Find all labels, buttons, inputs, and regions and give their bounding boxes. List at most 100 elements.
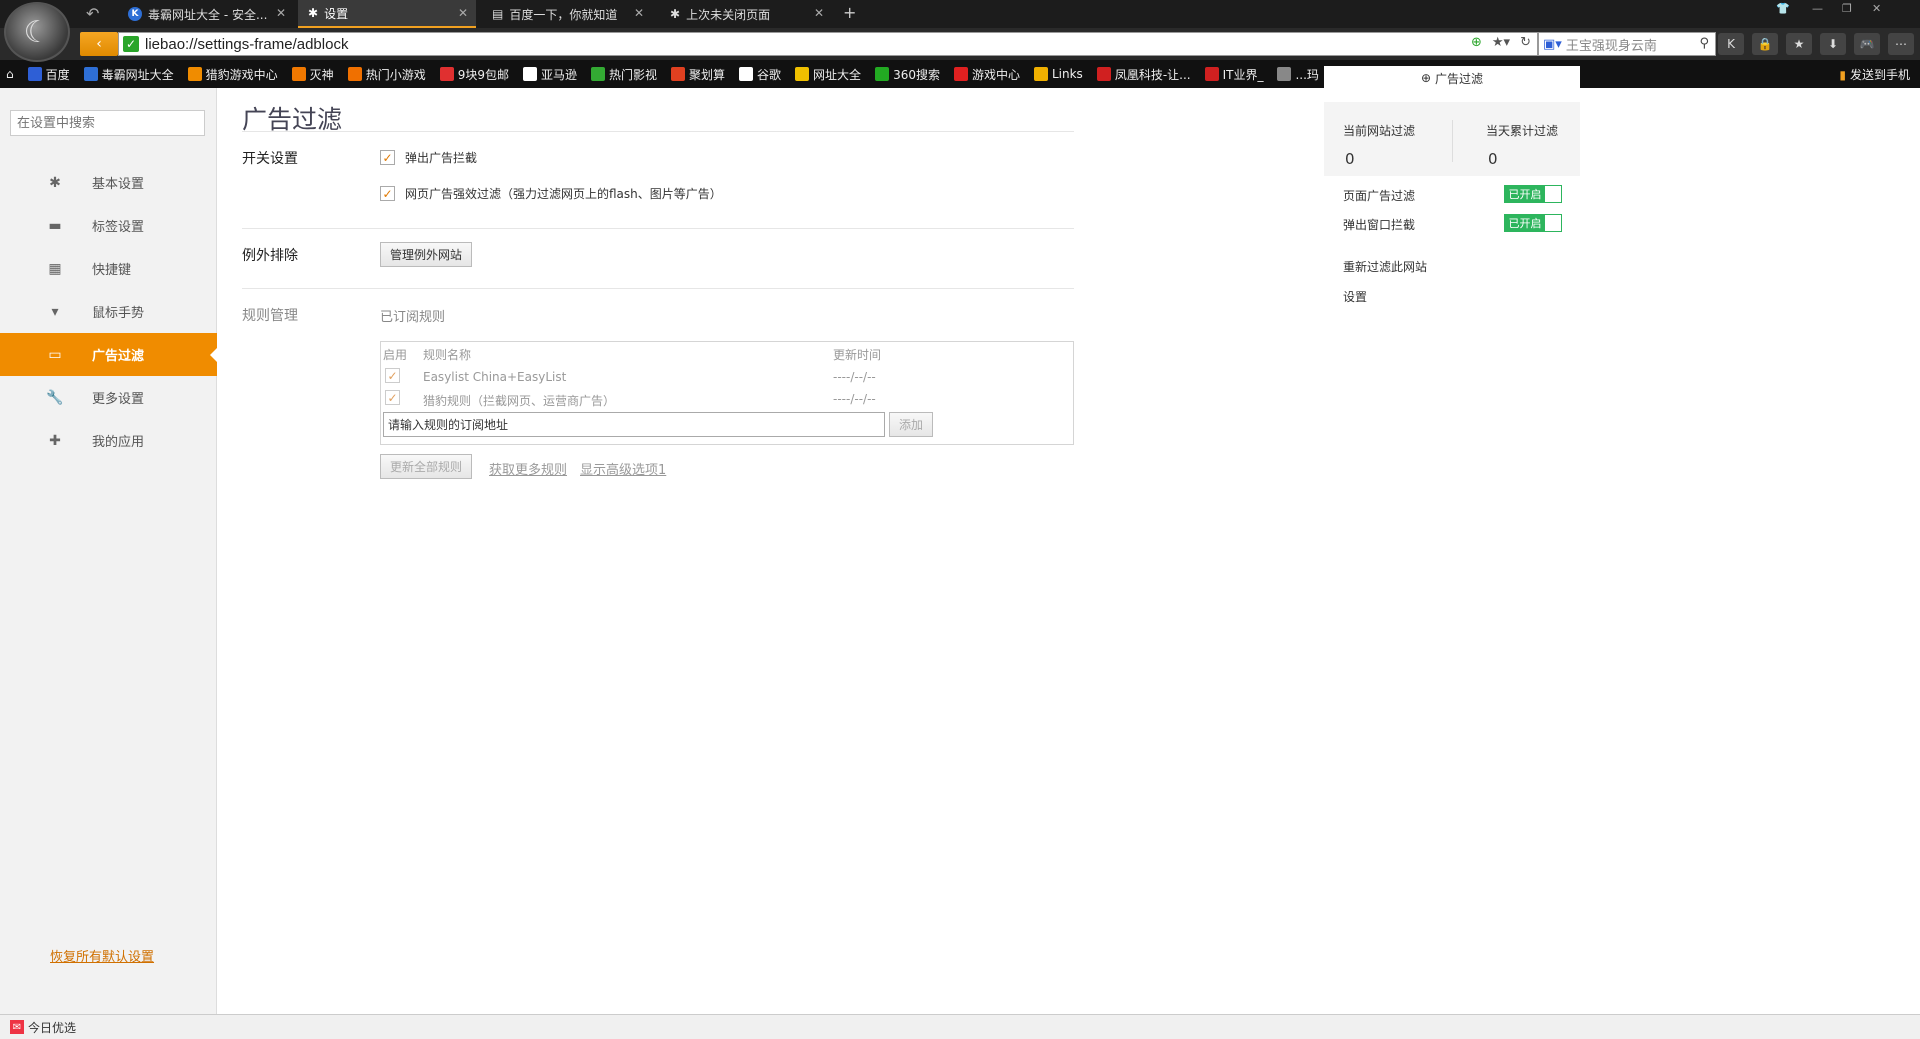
sidebar-item-shortcuts[interactable]: ▦ 快捷键 — [0, 247, 217, 290]
address-bar[interactable]: ✓ liebao://settings-frame/adblock ⊕ ★▾ ↻ — [118, 32, 1538, 56]
popup-block-option[interactable]: ✓ 弹出广告拦截 — [380, 149, 477, 166]
refilter-site-link[interactable]: 重新过滤此网站 — [1343, 258, 1427, 275]
bookmark-item[interactable]: 9块9包邮 — [439, 66, 509, 83]
minimize-icon[interactable]: — — [1812, 2, 1823, 15]
gear-icon: ✱ — [670, 7, 681, 21]
refresh-icon[interactable]: ↻ — [1520, 35, 1531, 50]
window-icon: ▭ — [48, 346, 62, 363]
today-picks-label[interactable]: 今日优选 — [28, 1019, 76, 1036]
sidebar-item-tabs[interactable]: ▬ 标签设置 — [0, 204, 217, 247]
bookmark-item[interactable]: 亚马逊 — [522, 66, 577, 83]
bookmark-label: 凤凰科技-让... — [1114, 67, 1191, 82]
manage-exceptions-button[interactable]: 管理例外网站 — [380, 242, 473, 267]
bookmark-item[interactable]: 热门小游戏 — [347, 66, 426, 83]
sidebar-item-mouse-gesture[interactable]: ▾ 鼠标手势 — [0, 290, 217, 333]
add-rule-button[interactable]: 添加 — [889, 412, 934, 437]
sidebar-item-apps[interactable]: ✚ 我的应用 — [0, 419, 217, 462]
page-filter-toggle[interactable]: 已开启 — [1504, 185, 1562, 203]
download-icon[interactable]: ⬇ — [1820, 33, 1846, 55]
update-all-rules-button[interactable]: 更新全部规则 — [380, 454, 473, 479]
star-icon[interactable]: ★ — [1786, 33, 1812, 55]
home-icon[interactable]: ⌂ — [6, 67, 14, 81]
bookmark-icon — [953, 67, 968, 81]
bookmark-item[interactable]: ...玛 — [1277, 66, 1319, 83]
bookmark-item[interactable]: 猎豹游戏中心 — [187, 66, 278, 83]
bookmark-item[interactable]: IT业界_ — [1204, 66, 1263, 83]
send-to-phone-button[interactable]: ▮ 发送到手机 — [1839, 66, 1910, 83]
popup-settings-link[interactable]: 设置 — [1343, 288, 1367, 305]
address-actions: ⊕ ★▾ ↻ — [1471, 35, 1531, 50]
bookmark-icon — [795, 67, 810, 81]
nav-bar: ‹ ✓ liebao://settings-frame/adblock ⊕ ★▾… — [0, 28, 1920, 60]
bookmark-item[interactable]: 360搜索 — [875, 66, 940, 83]
close-icon[interactable]: ✕ — [458, 6, 468, 20]
rule-enabled-checkbox[interactable]: ✓ — [385, 368, 400, 383]
search-icon[interactable]: ⚲ — [1699, 36, 1709, 51]
bookmark-item[interactable]: 灭神 — [291, 66, 334, 83]
sidebar-item-adblock[interactable]: ▭ 广告过滤 — [0, 333, 218, 376]
new-tab-button[interactable]: + — [843, 3, 856, 22]
settings-search-input[interactable] — [10, 110, 205, 136]
bookmark-icon — [1096, 67, 1111, 81]
bookmark-icon — [1277, 67, 1292, 81]
bookmark-icon — [591, 67, 605, 81]
checkbox[interactable]: ✓ — [380, 186, 395, 201]
more-rules-link[interactable]: 获取更多规则 — [489, 459, 567, 478]
column-header-updated: 更新时间 — [833, 348, 882, 362]
skin-icon[interactable]: 👕 — [1776, 2, 1790, 15]
gamepad-icon[interactable]: 🎮 — [1854, 33, 1880, 55]
restore-icon[interactable]: ❐ — [1842, 2, 1852, 15]
bookmark-item[interactable]: 聚划算 — [671, 66, 725, 83]
browser-logo[interactable]: ☾ — [4, 2, 70, 62]
undo-close-icon[interactable]: ↶ — [86, 4, 99, 23]
rule-enabled-checkbox[interactable]: ✓ — [385, 390, 400, 405]
plus-circle-icon[interactable]: ⊕ — [1471, 35, 1482, 50]
rule-url-input[interactable]: 请输入规则的订阅地址 — [383, 412, 885, 437]
bookmark-label: 百度 — [45, 67, 70, 82]
bookmark-item[interactable]: 游戏中心 — [953, 66, 1020, 83]
page-icon: ▤ — [492, 7, 504, 21]
mail-icon[interactable]: ✉ — [10, 1020, 24, 1034]
puzzle-icon: ✚ — [49, 432, 61, 449]
tab-duba[interactable]: K 毒霸网址大全 - 安全... ✕ — [118, 0, 294, 28]
restore-defaults-link[interactable]: 恢复所有默认设置 — [50, 946, 154, 965]
divider — [242, 131, 1074, 132]
k-icon[interactable]: K — [1718, 33, 1744, 55]
bookmark-label: 灭神 — [309, 67, 334, 82]
sidebar-item-basic[interactable]: ✱ 基本设置 — [0, 161, 217, 204]
rule-updated: ----/--/-- — [833, 392, 876, 406]
sidebar-item-label: 标签设置 — [92, 220, 145, 235]
star-icon[interactable]: ★▾ — [1492, 35, 1510, 50]
popup-block-toggle[interactable]: 已开启 — [1504, 214, 1562, 232]
lock-icon[interactable]: 🔒 — [1752, 33, 1778, 55]
gear-icon: ✱ — [49, 174, 61, 191]
tab-label: 上次未关闭页面 — [686, 7, 771, 22]
close-icon[interactable]: ✕ — [814, 6, 824, 20]
tab-settings[interactable]: ✱ 设置 ✕ — [298, 0, 476, 28]
bookmark-item[interactable]: Links — [1033, 67, 1083, 81]
bookmark-item[interactable]: 毒霸网址大全 — [83, 66, 174, 83]
bookmark-item[interactable]: 热门影视 — [591, 66, 657, 83]
close-window-icon[interactable]: ✕ — [1872, 2, 1881, 15]
sidebar-item-label: 更多设置 — [92, 392, 145, 407]
bookmark-item[interactable]: 百度 — [27, 66, 70, 83]
tab-baidu[interactable]: ▤ 百度一下，你就知道 ✕ — [482, 0, 652, 28]
url-text[interactable]: liebao://settings-frame/adblock — [145, 36, 348, 53]
menu-icon[interactable]: ⋯ — [1888, 33, 1914, 55]
close-icon[interactable]: ✕ — [276, 6, 286, 20]
gear-icon: ✱ — [308, 6, 319, 20]
sidebar-item-more[interactable]: 🔧 更多设置 — [0, 376, 217, 419]
checkbox[interactable]: ✓ — [380, 150, 395, 165]
strong-filter-option[interactable]: ✓ 网页广告强效过滤（强力过滤网页上的flash、图片等广告） — [380, 185, 722, 202]
bookmark-icon — [83, 67, 98, 81]
bookmark-item[interactable]: 网址大全 — [795, 66, 861, 83]
bookmark-item[interactable]: 谷歌 — [739, 66, 781, 83]
advanced-options-link[interactable]: 显示高级选项1 — [580, 459, 666, 478]
current-site-label: 当前网站过滤 — [1343, 124, 1416, 138]
bookmark-item[interactable]: 凤凰科技-让... — [1096, 66, 1191, 83]
tab-last-session[interactable]: ✱ 上次未关闭页面 ✕ — [660, 0, 832, 28]
search-input[interactable]: ▣▾ 王宝强现身云南 ⚲ — [1538, 32, 1716, 56]
close-icon[interactable]: ✕ — [634, 6, 644, 20]
search-engine-icon[interactable]: ▣▾ — [1543, 37, 1562, 52]
back-button[interactable]: ‹ — [80, 32, 118, 56]
